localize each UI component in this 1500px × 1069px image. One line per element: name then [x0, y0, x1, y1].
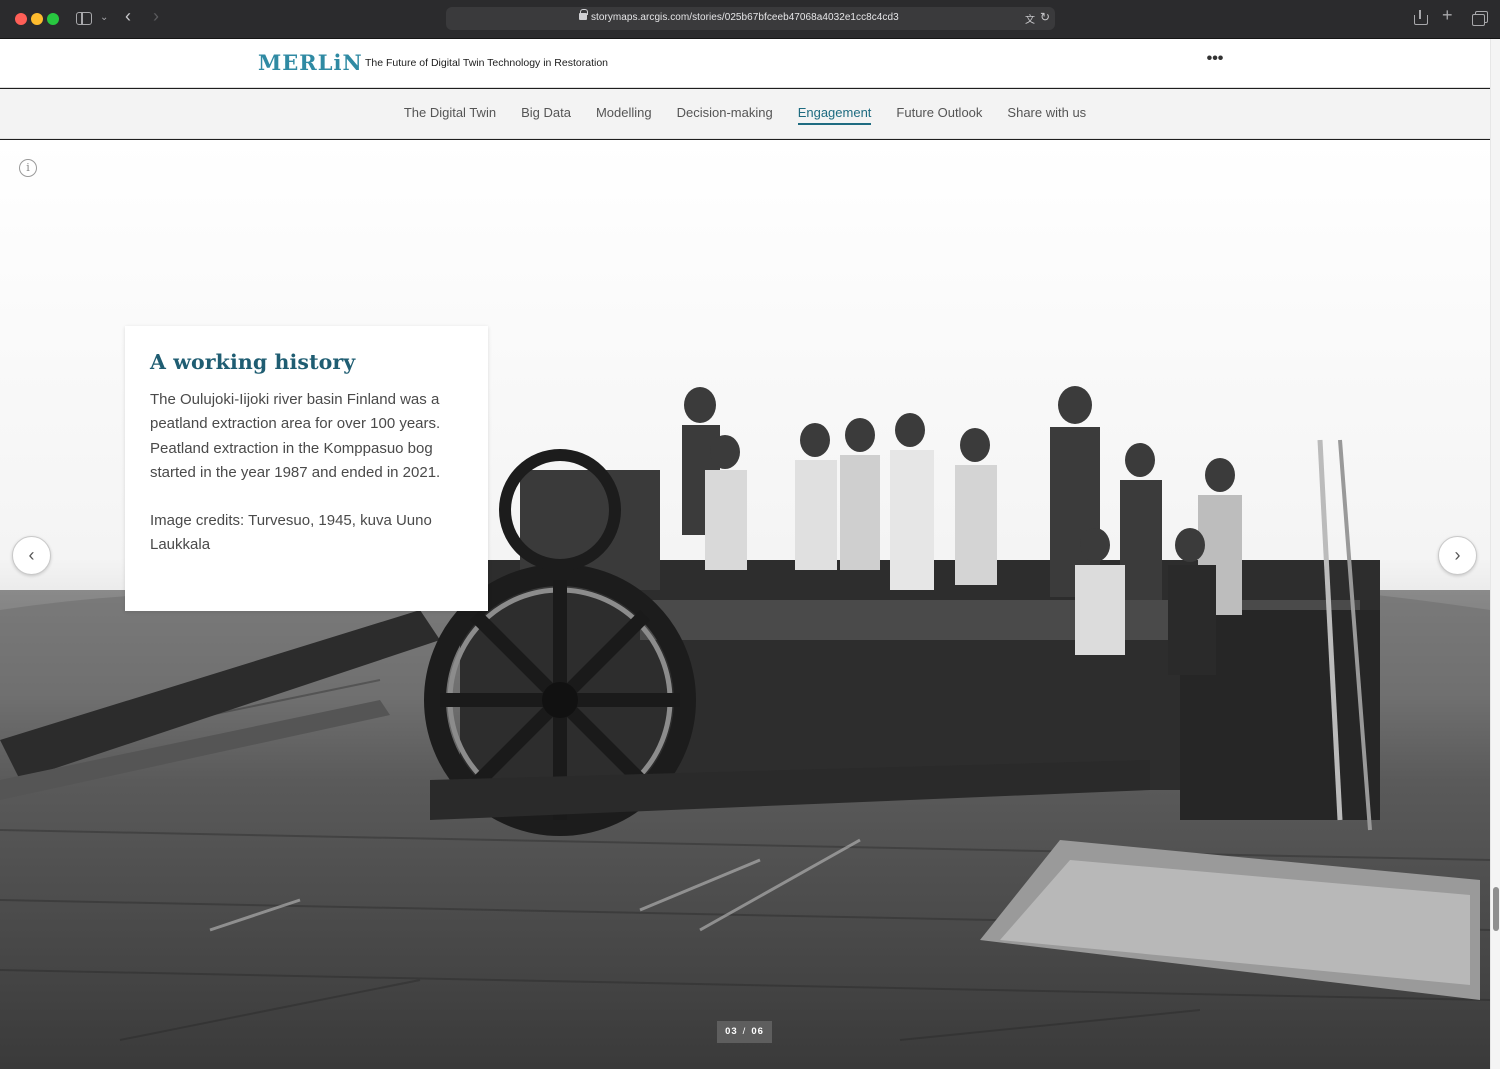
slideshow: i A working history The Oulujoki-Iijoki …: [0, 140, 1490, 1069]
section-nav: The Digital Twin Big Data Modelling Deci…: [0, 89, 1490, 139]
current-slide-number: 03: [725, 1026, 738, 1037]
story-header: MERLiN The Future of Digital Twin Techno…: [0, 39, 1490, 88]
more-options-button[interactable]: •••: [1204, 51, 1226, 73]
caption-card: A working history The Oulujoki-Iijoki ri…: [125, 326, 488, 611]
total-slides-number: 06: [751, 1026, 764, 1037]
chevron-right-icon: ›: [1454, 545, 1461, 565]
url-text[interactable]: storymaps.arcgis.com/stories/025b67bfcee…: [591, 12, 899, 23]
nav-item-future-outlook[interactable]: Future Outlook: [896, 105, 982, 125]
minimize-window-button[interactable]: [31, 13, 43, 25]
nav-item-decision-making[interactable]: Decision-making: [677, 105, 773, 125]
new-tab-icon[interactable]: +: [1442, 6, 1453, 24]
close-window-button[interactable]: [15, 13, 27, 25]
nav-item-big-data[interactable]: Big Data: [521, 105, 571, 125]
nav-item-digital-twin[interactable]: The Digital Twin: [404, 105, 496, 125]
story-title: The Future of Digital Twin Technology in…: [365, 57, 608, 69]
translate-icon[interactable]: 文: [1025, 11, 1035, 26]
back-button[interactable]: ‹: [125, 7, 131, 25]
merlin-logo[interactable]: MERLiN: [258, 50, 363, 75]
next-slide-button[interactable]: ›: [1438, 536, 1477, 575]
nav-item-modelling[interactable]: Modelling: [596, 105, 652, 125]
reload-icon[interactable]: ↻: [1040, 10, 1050, 24]
previous-slide-button[interactable]: ‹: [12, 536, 51, 575]
forward-button[interactable]: ›: [153, 7, 159, 25]
browser-toolbar: ⌄ ‹ › storymaps.arcgis.com/stories/025b6…: [0, 0, 1500, 39]
sidebar-toggle-icon[interactable]: [76, 12, 92, 25]
address-bar[interactable]: storymaps.arcgis.com/stories/025b67bfcee…: [446, 7, 1055, 30]
lock-icon: [579, 9, 588, 20]
image-credit: Image credits: Turvesuo, 1945, kuva Uuno…: [150, 512, 432, 554]
caption-body: The Oulujoki-Iijoki river basin Finland …: [150, 391, 441, 481]
tab-overview-icon[interactable]: [1472, 11, 1488, 26]
slide-counter: 03 / 06: [717, 1021, 772, 1043]
info-icon[interactable]: i: [19, 159, 37, 177]
scrollbar-thumb[interactable]: [1493, 887, 1499, 931]
caption-heading: A working history: [150, 350, 356, 374]
slide-counter-separator: /: [742, 1026, 747, 1037]
maximize-window-button[interactable]: [47, 13, 59, 25]
page-scrollbar[interactable]: [1490, 39, 1500, 1069]
nav-item-share-with-us[interactable]: Share with us: [1007, 105, 1086, 125]
chevron-down-icon[interactable]: ⌄: [100, 11, 108, 25]
nav-item-engagement[interactable]: Engagement: [797, 105, 872, 125]
nav-list: The Digital Twin Big Data Modelling Deci…: [0, 105, 1490, 125]
chevron-left-icon: ‹: [28, 545, 35, 565]
share-icon[interactable]: [1414, 10, 1428, 25]
